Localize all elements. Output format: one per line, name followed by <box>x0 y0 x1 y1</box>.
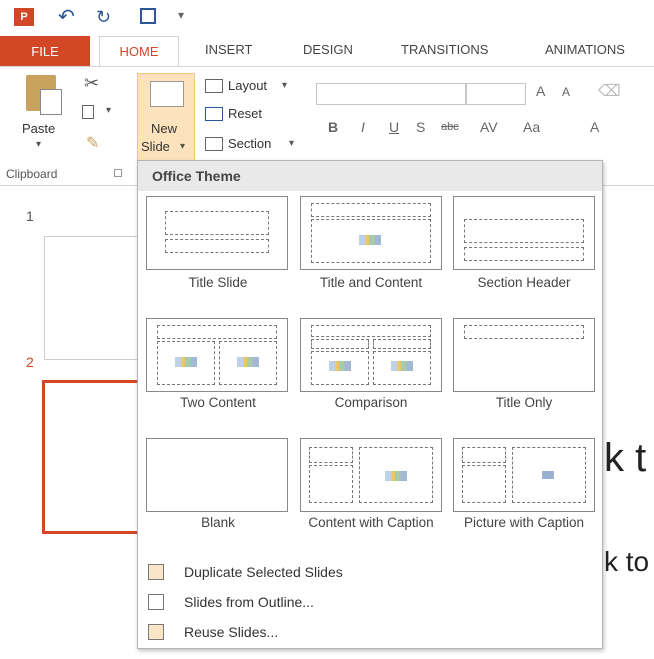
layout-label-two-content: Two Content <box>180 395 256 410</box>
slide-thumbnails-panel: 1 2 <box>0 186 142 659</box>
section-button[interactable]: Section <box>228 136 271 151</box>
character-spacing-icon[interactable]: AV <box>480 119 498 135</box>
layout-label-content-with-caption: Content with Caption <box>308 515 434 530</box>
powerpoint-logo-icon: P <box>14 8 34 26</box>
layout-dropdown-icon[interactable]: ▾ <box>282 80 287 91</box>
slide-thumbnail-1[interactable] <box>44 236 140 360</box>
font-grow-button[interactable]: A <box>536 83 545 99</box>
slide-number-1: 1 <box>26 208 34 224</box>
reset-icon <box>205 107 223 121</box>
new-slide-dropdown-icon: ▾ <box>180 141 186 152</box>
paste-label[interactable]: Paste <box>22 121 55 136</box>
section-dropdown-icon[interactable]: ▾ <box>289 138 294 149</box>
layout-thumb-content-with-caption[interactable] <box>300 438 442 512</box>
underline-icon[interactable]: U <box>389 119 399 135</box>
layout-label-blank: Blank <box>201 515 235 530</box>
layout-label-title-and-content: Title and Content <box>319 275 423 290</box>
shadow-icon[interactable]: S <box>416 119 425 135</box>
customize-toolbar-icon[interactable]: ▾ <box>178 8 190 26</box>
section-icon <box>205 137 223 151</box>
layout-button[interactable]: Layout <box>228 78 267 93</box>
layout-thumb-title-slide[interactable] <box>146 196 288 270</box>
paste-dropdown-icon[interactable]: ▾ <box>36 139 41 150</box>
layout-thumb-picture-with-caption[interactable] <box>453 438 595 512</box>
layout-thumb-section-header[interactable] <box>453 196 595 270</box>
new-slide-label-2: Slide <box>141 139 170 154</box>
font-shrink-button[interactable]: A <box>562 85 570 99</box>
new-slide-label-1: New <box>151 121 178 136</box>
tab-animations[interactable]: ANIMATIONS <box>545 42 625 57</box>
slide-thumbnail-2[interactable] <box>42 380 142 534</box>
layout-thumb-comparison[interactable] <box>300 318 442 392</box>
clear-format-icon[interactable]: ⌫ <box>598 81 621 101</box>
outline-label: Slides from Outline... <box>184 594 314 610</box>
duplicate-selected-slides-item[interactable]: Duplicate Selected Slides <box>138 559 602 587</box>
font-size-combo[interactable] <box>466 83 526 105</box>
ribbon-tabs: FILE HOME INSERT DESIGN TRANSITIONS ANIM… <box>0 36 654 66</box>
save-icon[interactable] <box>140 8 156 24</box>
duplicate-slides-icon <box>148 564 164 580</box>
layout-label-section-header: Section Header <box>477 275 571 290</box>
redo-icon[interactable]: ↻ <box>96 8 116 26</box>
layout-label-comparison: Comparison <box>334 395 408 410</box>
format-painter-icon[interactable]: ✎ <box>86 133 99 153</box>
picture-icon <box>542 471 554 479</box>
slide-text-partial-1[interactable]: k t <box>604 436 646 481</box>
gallery-header: Office Theme <box>138 161 602 191</box>
slide-text-partial-2[interactable]: k to <box>604 546 649 578</box>
clipboard-launcher-icon[interactable] <box>114 169 122 177</box>
tab-design[interactable]: DESIGN <box>303 42 353 57</box>
tab-insert[interactable]: INSERT <box>205 42 252 57</box>
font-name-combo[interactable] <box>316 83 466 105</box>
bold-icon[interactable]: B <box>328 119 338 135</box>
undo-icon[interactable]: ↶ <box>58 7 82 27</box>
strikethrough-icon[interactable]: abc <box>441 121 459 133</box>
tab-transitions[interactable]: TRANSITIONS <box>401 42 488 57</box>
reuse-slides-item[interactable]: Reuse Slides... <box>138 619 602 647</box>
layout-label-title-only: Title Only <box>495 395 553 410</box>
reset-button[interactable]: Reset <box>228 106 262 121</box>
reuse-slides-icon <box>148 624 164 640</box>
new-slide-layout-gallery: Office Theme Title Slide Title and Conte… <box>137 160 603 649</box>
copy-icon[interactable] <box>82 105 94 119</box>
copy-dropdown-icon[interactable]: ▾ <box>106 105 111 116</box>
quick-access-toolbar: P ↶ ↻ ▾ <box>0 0 654 34</box>
tab-home[interactable]: HOME <box>99 36 179 66</box>
slides-from-outline-item[interactable]: Slides from Outline... <box>138 589 602 617</box>
duplicate-label: Duplicate Selected Slides <box>184 564 343 580</box>
tab-file[interactable]: FILE <box>0 36 90 66</box>
reuse-label: Reuse Slides... <box>184 624 279 640</box>
slide-number-2: 2 <box>26 354 34 370</box>
new-slide-icon <box>150 81 184 107</box>
layout-label-title-slide: Title Slide <box>188 275 248 290</box>
layout-thumb-title-only[interactable] <box>453 318 595 392</box>
italic-icon[interactable]: I <box>361 119 365 135</box>
layout-icon <box>205 79 223 93</box>
paste-sheet-icon <box>40 89 62 115</box>
font-color-button[interactable]: A <box>590 119 599 135</box>
outline-icon <box>148 594 164 610</box>
layout-thumb-title-and-content[interactable] <box>300 196 442 270</box>
layout-thumb-blank[interactable] <box>146 438 288 512</box>
clipboard-group-label: Clipboard <box>6 167 58 181</box>
layout-label-picture-with-caption: Picture with Caption <box>463 515 585 530</box>
change-case-button[interactable]: Aa <box>523 119 540 135</box>
cut-icon[interactable]: ✂ <box>84 73 99 94</box>
layout-thumb-two-content[interactable] <box>146 318 288 392</box>
